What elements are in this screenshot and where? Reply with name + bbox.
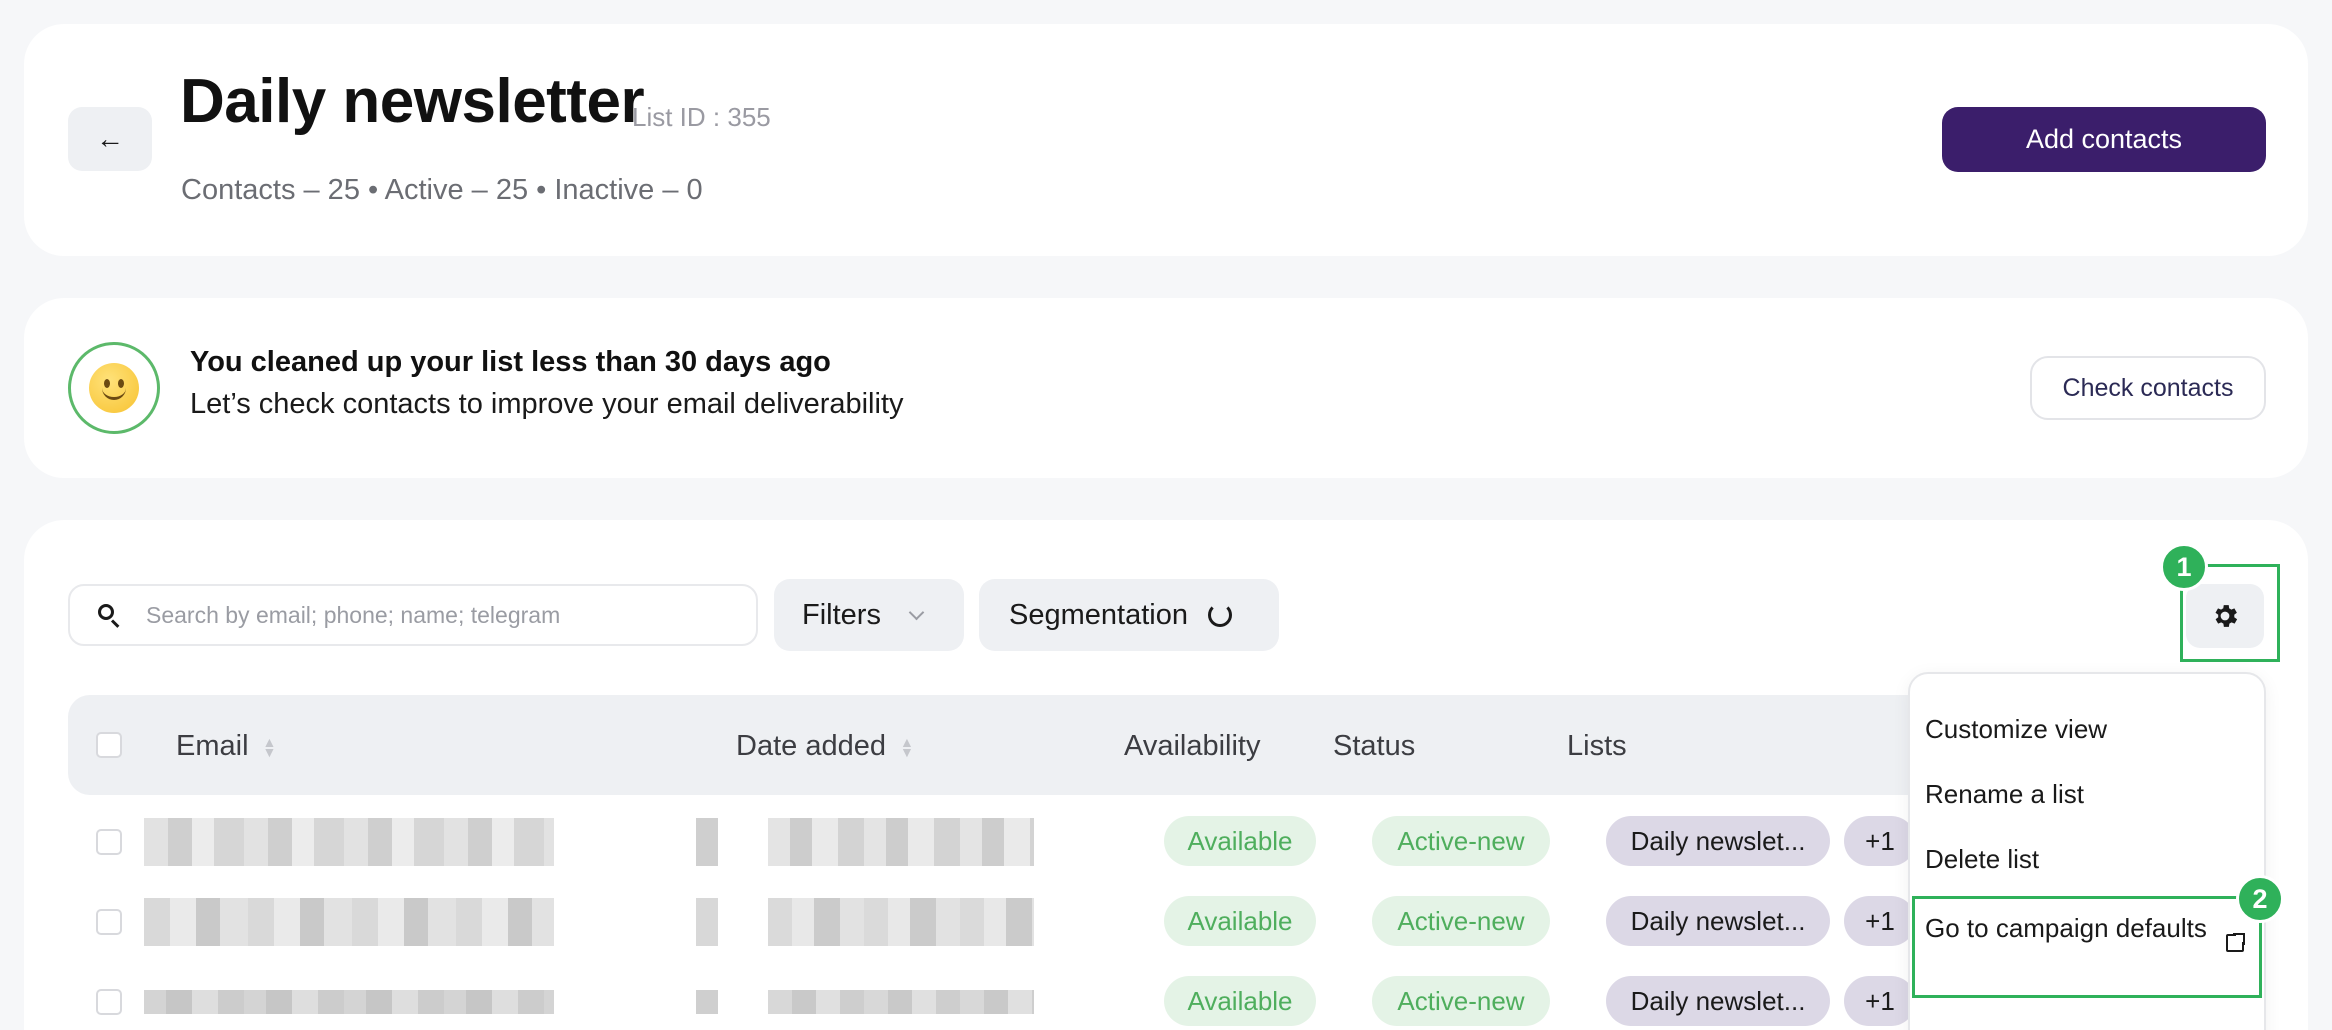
more-lists-tag[interactable]: +1	[1844, 896, 1916, 946]
refresh-icon	[1207, 603, 1232, 627]
availability-badge: Available	[1164, 816, 1316, 866]
annotation-badge-2: 2	[2236, 875, 2284, 923]
redacted-block	[696, 818, 718, 866]
date-redacted	[768, 898, 1034, 946]
check-contacts-button[interactable]: Check contacts	[2030, 356, 2266, 420]
highlight-campaign-defaults	[1912, 896, 2262, 998]
search-input[interactable]	[146, 601, 706, 629]
email-redacted	[144, 818, 554, 866]
list-tag[interactable]: Daily newslet...	[1606, 976, 1830, 1026]
annotation-badge-1: 1	[2160, 543, 2208, 591]
arrow-left-icon: ←	[96, 123, 124, 154]
more-lists-tag[interactable]: +1	[1844, 816, 1916, 866]
status-badge: Active-new	[1372, 816, 1550, 866]
row-checkbox[interactable]	[96, 829, 122, 855]
select-all-checkbox[interactable]	[96, 732, 122, 758]
menu-item-customize-view[interactable]: Customize view	[1925, 714, 2107, 745]
table-row[interactable]: Available Active-new Daily newslet... +1	[68, 882, 2068, 962]
back-button[interactable]: ←	[68, 107, 152, 171]
availability-badge: Available	[1164, 896, 1316, 946]
segmentation-button[interactable]: Segmentation	[979, 579, 1279, 651]
list-id-label: List ID : 355	[632, 102, 771, 132]
date-redacted	[768, 818, 1034, 866]
table-row[interactable]: Available Active-new Daily newslet... +1	[68, 802, 2068, 882]
column-date-added[interactable]: Date added ▲ ▼	[736, 730, 914, 763]
deliverability-notice-card: You cleaned up your list less than 30 da…	[24, 298, 2308, 478]
sort-icon: ▲ ▼	[899, 734, 914, 761]
status-badge: Active-new	[1372, 976, 1550, 1026]
redacted-block	[696, 990, 718, 1014]
list-header-card: ← Daily newsletter List ID : 355 Contact…	[24, 24, 2308, 256]
list-tag[interactable]: Daily newslet...	[1606, 896, 1830, 946]
row-checkbox[interactable]	[96, 909, 122, 935]
add-contacts-button[interactable]: Add contacts	[1942, 107, 2266, 172]
email-redacted	[144, 898, 554, 946]
filters-label: Filters	[802, 598, 881, 631]
row-checkbox[interactable]	[96, 989, 122, 1015]
search-icon	[98, 604, 120, 628]
smile-emoji-icon	[68, 342, 160, 434]
more-lists-tag[interactable]: +1	[1844, 976, 1916, 1026]
redacted-block	[696, 898, 718, 946]
table-row[interactable]: Available Active-new Daily newslet... +1	[68, 962, 2068, 1030]
page-title: Daily newsletter	[180, 67, 645, 136]
menu-item-delete-list[interactable]: Delete list	[1925, 844, 2039, 875]
contact-stats: Contacts – 25 • Active – 25 • Inactive –…	[181, 174, 703, 206]
email-redacted	[144, 990, 554, 1014]
column-email[interactable]: Email ▲ ▼	[176, 730, 276, 763]
notice-subtitle: Let’s check contacts to improve your ema…	[190, 388, 904, 420]
column-availability: Availability	[1124, 730, 1261, 762]
search-box[interactable]	[68, 584, 758, 646]
menu-item-rename-list[interactable]: Rename a list	[1925, 779, 2084, 810]
status-badge: Active-new	[1372, 896, 1550, 946]
filters-button[interactable]: Filters	[774, 579, 964, 651]
notice-title: You cleaned up your list less than 30 da…	[190, 346, 831, 378]
availability-badge: Available	[1164, 976, 1316, 1026]
segmentation-label: Segmentation	[1009, 598, 1188, 631]
chevron-down-icon	[908, 604, 925, 620]
table-header: Email ▲ ▼ Date added ▲ ▼ Availability Status…	[68, 695, 2068, 795]
sort-icon: ▲ ▼	[262, 734, 277, 761]
column-lists: Lists	[1567, 730, 1627, 762]
date-redacted	[768, 990, 1034, 1014]
column-status: Status	[1333, 730, 1416, 762]
list-tag[interactable]: Daily newslet...	[1606, 816, 1830, 866]
